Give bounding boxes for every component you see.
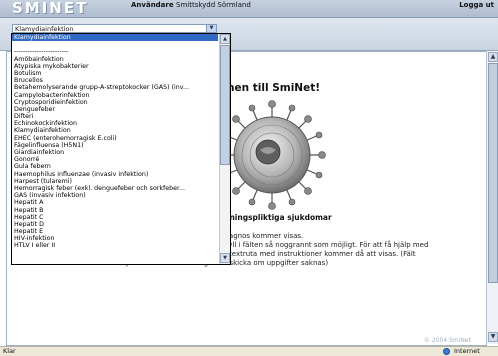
diagnosis-dropdown-list[interactable]: Klamydiainfektion -----------------------… (11, 33, 231, 265)
dropdown-option[interactable]: Fågelinfluensa (H5N1) (12, 142, 218, 149)
dropdown-option[interactable]: EHEC (enterohemorragisk E.coli) (12, 135, 218, 142)
dropdown-option[interactable]: Klamydiainfektion (12, 127, 218, 134)
sminet-logo: SMINET (12, 0, 89, 17)
scroll-down-icon[interactable]: ▼ (488, 332, 498, 342)
scroll-up-icon[interactable]: ▲ (488, 52, 498, 62)
dropdown-option[interactable]: Hemorragisk feber (exkl. denguefeber och… (12, 185, 218, 192)
dropdown-option[interactable]: GAS (invasiv infektion) (12, 192, 218, 199)
chevron-down-icon[interactable]: ▼ (206, 25, 216, 32)
dropdown-option[interactable]: Difteri (12, 113, 218, 120)
dropdown-option[interactable]: Botulism (12, 70, 218, 77)
virus-illustration-icon (218, 100, 326, 210)
dropdown-scrollbar[interactable]: ▲ ▼ (219, 34, 230, 264)
diagnosis-select[interactable]: Klamydiainfektion ▼ (12, 24, 217, 33)
dropdown-option[interactable]: Betahemolyserande grupp-A-streptokocker … (12, 84, 218, 91)
dropdown-option[interactable]: Klamydiainfektion (12, 34, 218, 42)
user-label: Användare (131, 1, 174, 9)
instruction-text: gul textruta med instruktioner kommer då… (216, 250, 416, 258)
dropdown-option[interactable]: Denguefeber (12, 106, 218, 113)
scroll-up-icon[interactable]: ▲ (220, 34, 230, 44)
dropdown-option[interactable]: Echinokockinfektion (12, 120, 218, 127)
dropdown-option[interactable]: Hepatit D (12, 221, 218, 228)
instruction-text: n. Fyll i fälten så noggrannt som möjlig… (216, 241, 429, 249)
copyright-text: © 2004 SmiNet (424, 337, 471, 344)
dropdown-option[interactable] (12, 41, 218, 48)
dropdown-option[interactable]: ------------------------ (12, 48, 218, 55)
dropdown-option[interactable]: Campylobacterinfektion (12, 92, 218, 99)
scroll-down-icon[interactable]: ▼ (220, 253, 230, 263)
dropdown-option[interactable]: Hepatit E (12, 228, 218, 235)
dropdown-option[interactable]: Hepatit A (12, 199, 218, 206)
diagnosis-select-value: Klamydiainfektion (15, 25, 74, 33)
section-heading: mälningspliktiga sjukdomar (214, 213, 332, 222)
dropdown-option[interactable]: HIV-infektion (12, 235, 218, 242)
scroll-thumb[interactable] (488, 63, 498, 283)
dropdown-option[interactable]: Hepatit B (12, 207, 218, 214)
user-name: Smittskydd Sörmland (176, 1, 251, 9)
dropdown-option[interactable]: HTLV I eller II (12, 242, 218, 249)
dropdown-option[interactable]: Brucellos (12, 77, 218, 84)
page-scrollbar[interactable]: ▲ ▼ (486, 51, 498, 344)
top-header: SMINET Användare Smittskydd Sörmland Log… (0, 0, 498, 18)
dropdown-option[interactable]: Hepatit C (12, 214, 218, 221)
welcome-title: nen till SmiNet! (227, 82, 321, 94)
dropdown-option[interactable]: Gula febern (12, 163, 218, 170)
dropdown-option[interactable]: Haemophilus influenzae (invasiv infektio… (12, 171, 218, 178)
dropdown-option[interactable]: Amöbainfektion (12, 56, 218, 63)
dropdown-option[interactable]: Harpest (tularemi) (12, 178, 218, 185)
globe-icon (443, 348, 450, 355)
dropdown-option[interactable]: Gonorré (12, 156, 218, 163)
dropdown-option[interactable]: Cryptosporidieinfektion (12, 99, 218, 106)
dropdown-scroll-thumb[interactable] (220, 45, 230, 165)
dropdown-option[interactable]: Giardiainfektion (12, 149, 218, 156)
dropdown-option[interactable]: Atypiska mykobakterier (12, 63, 218, 70)
diagnosis-options: Klamydiainfektion -----------------------… (12, 34, 218, 250)
logout-link[interactable]: Logga ut (459, 1, 494, 9)
